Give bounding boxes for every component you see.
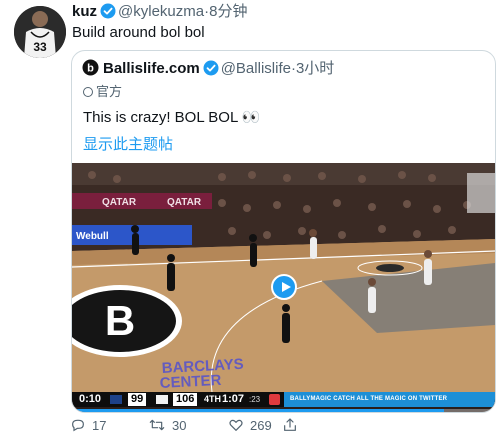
video-player[interactable]: QATAR QATAR Webull B BARCLAYS CENTER 0:1… bbox=[72, 163, 495, 412]
home-score: 99 bbox=[128, 393, 147, 406]
sponsor-board-3: Webull bbox=[76, 231, 109, 242]
network-logo-icon bbox=[269, 394, 280, 405]
play-button-icon[interactable] bbox=[271, 274, 297, 300]
video-progress-bar[interactable] bbox=[72, 409, 495, 412]
share-icon bbox=[284, 418, 296, 431]
official-label: 官方 bbox=[83, 83, 122, 101]
tweet-header: kuz @kylekuzma·8分钟 bbox=[72, 2, 247, 25]
reply-button[interactable]: 17 bbox=[70, 416, 106, 436]
scorebug-ad-text: BALLYMAGIC CATCH ALL THE MAGIC ON TWITTE… bbox=[290, 396, 448, 402]
quoted-verified-badge-icon bbox=[203, 60, 219, 82]
sponsor-board-1: QATAR bbox=[102, 197, 137, 208]
scorebug: 0:10 99 106 4TH 1:07 :23 BALLYMAGIC CATC… bbox=[72, 392, 495, 407]
reply-count: 17 bbox=[92, 418, 107, 433]
author-avatar[interactable]: 33 bbox=[14, 6, 66, 58]
svg-text:B: B bbox=[105, 297, 135, 344]
away-score: 106 bbox=[173, 393, 198, 406]
retweet-icon bbox=[149, 419, 165, 431]
official-badge-icon bbox=[83, 87, 93, 97]
sponsor-board-2: QATAR bbox=[167, 197, 202, 208]
retweet-button[interactable]: 30 bbox=[148, 416, 186, 436]
quoted-tweet-text: This is crazy! BOL BOL 👀 bbox=[83, 109, 261, 126]
team-logo-icon bbox=[156, 395, 168, 404]
avatar-jersey-number: 33 bbox=[33, 40, 47, 54]
verified-badge-icon bbox=[100, 3, 116, 25]
tweet-text: Build around bol bol bbox=[72, 24, 205, 41]
reply-icon bbox=[72, 419, 84, 432]
quoted-author-handle[interactable]: @Ballislife bbox=[221, 60, 291, 77]
like-count: 269 bbox=[250, 418, 272, 433]
quoted-timestamp[interactable]: 3小时 bbox=[296, 60, 334, 77]
svg-text:b: b bbox=[87, 63, 94, 75]
author-name[interactable]: kuz bbox=[72, 3, 97, 20]
quarter: 4TH bbox=[204, 394, 222, 404]
arena-name-line2: CENTER bbox=[159, 372, 222, 392]
official-label-text: 官方 bbox=[96, 84, 123, 99]
video-progress-fill bbox=[72, 409, 445, 412]
scorebug-clock: 0:10 bbox=[79, 393, 102, 405]
quoted-author-name[interactable]: Ballislife.com bbox=[103, 60, 200, 77]
tweet-timestamp[interactable]: 8分钟 bbox=[209, 3, 247, 20]
heart-icon bbox=[229, 419, 243, 431]
show-thread-link[interactable]: 显示此主题帖 bbox=[83, 135, 173, 155]
share-button[interactable] bbox=[282, 416, 304, 436]
author-handle[interactable]: @kylekuzma bbox=[118, 3, 204, 20]
ballislife-logo-icon: b bbox=[82, 59, 99, 82]
game-clock: 1:07 bbox=[222, 393, 245, 405]
shot-clock: :23 bbox=[249, 395, 261, 404]
quoted-tweet[interactable]: b Ballislife.com @Ballislife·3小时 官方 This i… bbox=[71, 50, 496, 413]
retweet-count: 30 bbox=[172, 418, 187, 433]
like-button[interactable]: 269 bbox=[228, 416, 272, 436]
team-logo-icon bbox=[110, 395, 122, 404]
quoted-tweet-header: b Ballislife.com @Ballislife·3小时 bbox=[82, 59, 334, 82]
